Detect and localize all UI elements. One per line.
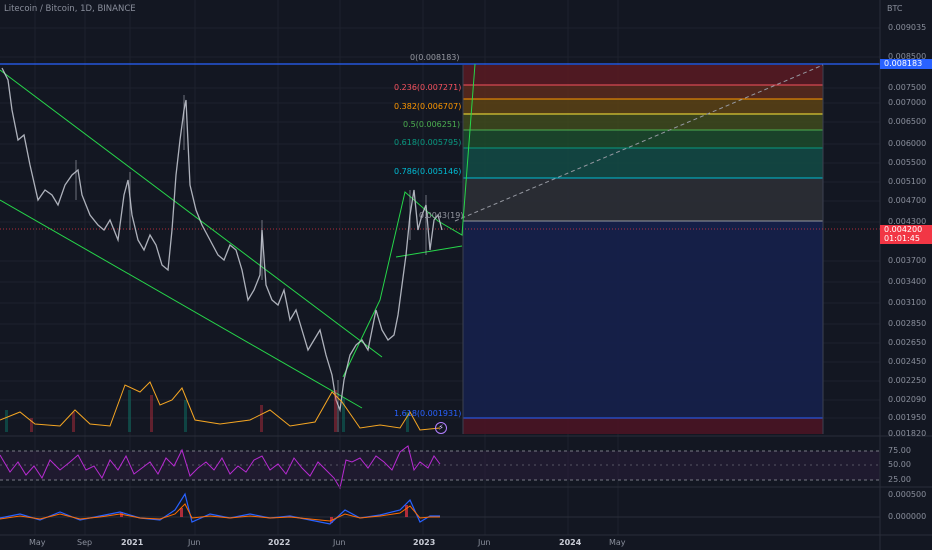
price-tick: 0.006500 — [888, 117, 927, 126]
time-tick: 2024 — [559, 538, 582, 547]
price-tick: 0.002650 — [888, 338, 927, 347]
rsi-tick: 25.00 — [888, 475, 911, 484]
currency-unit: BTC — [887, 4, 903, 13]
macd-pane[interactable] — [0, 492, 880, 525]
price-tick: 0.005100 — [888, 177, 927, 186]
price-tick: 0.002090 — [888, 395, 927, 404]
fib-label-05: 0.5(0.006251) — [403, 120, 461, 129]
time-tick: May — [609, 538, 626, 547]
price-tick: 0.007500 — [888, 83, 927, 92]
price-tick: 0.006000 — [888, 139, 927, 148]
time-tick: Sep — [77, 538, 93, 547]
symbol-title[interactable]: Litecoin / Bitcoin, 1D, BINANCE — [4, 4, 136, 14]
macd-tick: 0.000500 — [888, 490, 927, 499]
volume-ma-line — [0, 381, 441, 431]
macd-tick: 0.000000 — [888, 512, 927, 521]
fib-label-0786: 0.786(0.005146) — [394, 167, 462, 176]
flash-icon[interactable]: ⚡ — [435, 422, 447, 434]
price-tick: 0.003700 — [888, 256, 927, 265]
fib-label-1: 0.0043(19) — [419, 211, 464, 220]
time-tick: May — [29, 538, 46, 547]
fib-label-0618: 0.618(0.005795) — [394, 138, 462, 147]
chart-canvas[interactable] — [0, 0, 932, 550]
time-tick: Jun — [333, 538, 346, 547]
time-tick: 2023 — [413, 538, 436, 547]
price-tick: 0.003100 — [888, 298, 927, 307]
price-tick: 0.002250 — [888, 376, 927, 385]
price-tick: 0.003400 — [888, 277, 927, 286]
high-price-tag[interactable]: 0.008183 — [880, 59, 932, 69]
price-tick: 0.001950 — [888, 413, 927, 422]
price-tick: 0.004700 — [888, 196, 927, 205]
time-tick: Jun — [188, 538, 201, 547]
rsi-tick: 50.00 — [888, 460, 911, 469]
rsi-pane[interactable] — [0, 445, 880, 490]
bar-countdown: 01:01:45 — [880, 234, 932, 244]
rsi-tick: 75.00 — [888, 446, 911, 455]
price-tick: 0.005500 — [888, 158, 927, 167]
fib-retracement[interactable] — [462, 65, 824, 434]
price-tick: 0.002450 — [888, 357, 927, 366]
time-tick: 2021 — [121, 538, 144, 547]
time-tick: Jun — [478, 538, 491, 547]
price-tick: 0.009035 — [888, 23, 927, 32]
time-tick: 2022 — [268, 538, 291, 547]
price-tick: 0.002850 — [888, 319, 927, 328]
fib-label-0382: 0.382(0.006707) — [394, 102, 462, 111]
fib-label-0236: 0.236(0.007271) — [394, 83, 462, 92]
price-tick: 0.001820 — [888, 429, 927, 438]
descending-channel[interactable] — [0, 69, 383, 409]
fib-label-0: 0(0.008183) — [410, 53, 460, 62]
price-tick: 0.007000 — [888, 98, 927, 107]
fib-label-1618: 1.618(0.001931) — [394, 409, 462, 418]
